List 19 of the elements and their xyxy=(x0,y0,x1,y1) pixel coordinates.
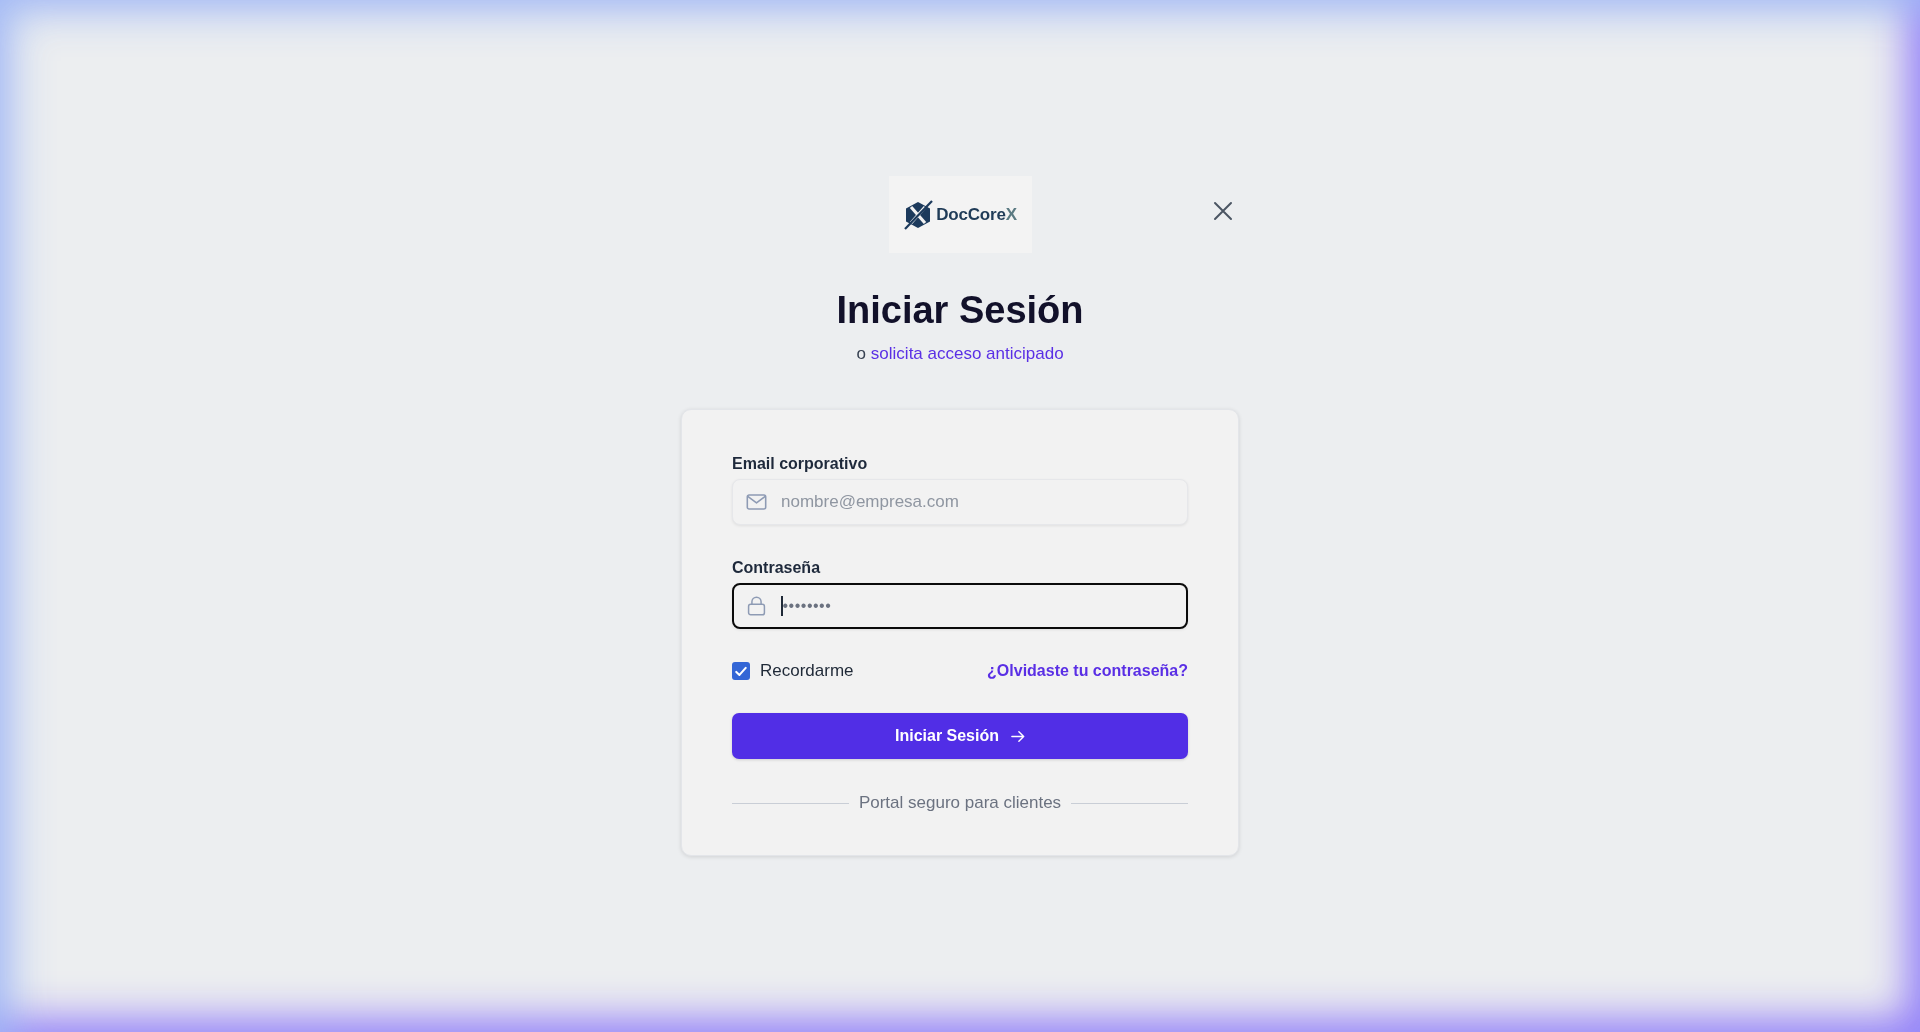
envelope-icon xyxy=(746,492,767,512)
lock-icon xyxy=(746,596,767,616)
request-access-link[interactable]: solicita acceso anticipado xyxy=(870,342,1064,366)
remember-checkbox[interactable] xyxy=(732,662,750,680)
text-cursor-icon xyxy=(781,596,783,616)
forgot-password-link[interactable]: ¿Olvidaste tu contraseña? xyxy=(987,662,1188,680)
logo-mark-icon xyxy=(903,199,934,230)
field-label: Email corporativo xyxy=(732,454,868,474)
arrow-right-icon xyxy=(1011,729,1025,743)
close-icon xyxy=(1213,200,1233,221)
field-label: Contraseña xyxy=(732,558,821,578)
page-title: Iniciar Sesión xyxy=(836,288,1084,333)
password-field[interactable]: •••••••• xyxy=(732,583,1188,629)
sign-in-button[interactable]: Iniciar Sesión xyxy=(732,713,1188,759)
remember-label: Recordarme xyxy=(760,661,854,681)
checkmark-icon xyxy=(735,665,747,677)
subtitle-text: o xyxy=(856,343,866,365)
footer-note: Portal seguro para clientes xyxy=(858,792,1062,814)
logo-wordmark: DocCoreX xyxy=(936,204,1017,225)
